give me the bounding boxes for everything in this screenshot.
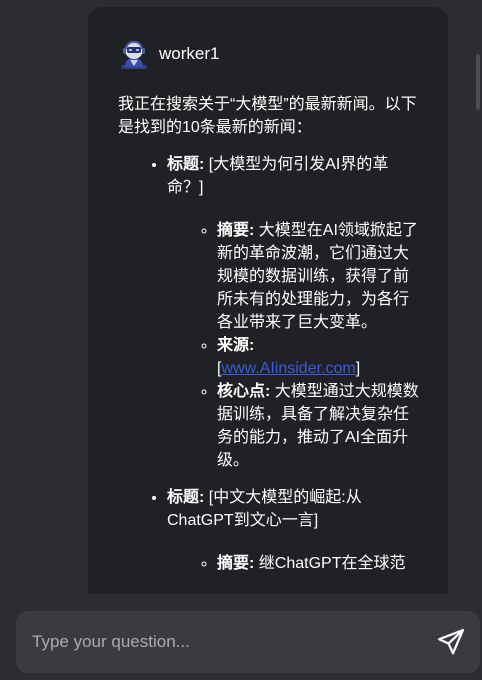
- message-author: worker1: [118, 37, 219, 71]
- news-details: 摘要: 大模型在AI领域掀起了新的革命波潮，它们通过大规模的数据训练，获得了前所…: [167, 219, 420, 472]
- news-title-label: 标题:: [167, 489, 205, 506]
- news-item: 标题: [大模型为何引发AI界的革命？] 摘要: 大模型在AI领域掀起了新的革命…: [167, 153, 420, 472]
- robot-avatar-icon: [121, 41, 147, 69]
- news-summary-label: 摘要:: [217, 222, 255, 239]
- send-icon: [438, 629, 464, 655]
- source-close-bracket: ]: [355, 360, 361, 377]
- assistant-message-card: worker1 我正在搜索关于“大模型”的最新新闻。以下是找到的10条最新的新闻…: [88, 7, 448, 594]
- news-details: 摘要: 继ChatGPT在全球范: [167, 552, 420, 575]
- chat-input-bar: [0, 594, 482, 680]
- scrollbar-thumb[interactable]: [476, 54, 480, 110]
- news-key-point-label: 核心点:: [217, 383, 271, 400]
- send-button[interactable]: [436, 627, 466, 657]
- news-summary-text: 继ChatGPT在全球范: [258, 555, 406, 572]
- news-item: 标题: [中文大模型的崛起:从ChatGPT到文心一言] 摘要: 继ChatGP…: [167, 486, 420, 575]
- message-content: 我正在搜索关于“大模型”的最新新闻。以下是找到的10条最新的新闻： 标题: [大…: [118, 93, 420, 589]
- chat-scroll-area[interactable]: worker1 我正在搜索关于“大模型”的最新新闻。以下是找到的10条最新的新闻…: [0, 0, 482, 594]
- news-list: 标题: [大模型为何引发AI界的革命？] 摘要: 大模型在AI领域掀起了新的革命…: [118, 153, 420, 575]
- question-input-container: [16, 611, 480, 673]
- news-title-label: 标题:: [167, 156, 205, 173]
- news-summary: 摘要: 大模型在AI领域掀起了新的革命波潮，它们通过大规模的数据训练，获得了前所…: [217, 219, 420, 334]
- news-source: 来源: [www.AIinsider.com]: [217, 334, 420, 380]
- author-name: worker1: [159, 44, 220, 63]
- news-source-link[interactable]: www.AIinsider.com: [221, 360, 355, 377]
- news-summary-label: 摘要:: [217, 555, 255, 572]
- question-input[interactable]: [32, 611, 412, 673]
- news-key-point: 核心点: 大模型通过大规模数据训练，具备了解决复杂任务的能力，推动了AI全面升级…: [217, 380, 420, 472]
- message-intro: 我正在搜索关于“大模型”的最新新闻。以下是找到的10条最新的新闻：: [118, 96, 417, 136]
- news-source-label: 来源:: [217, 337, 255, 354]
- news-summary: 摘要: 继ChatGPT在全球范: [217, 552, 420, 575]
